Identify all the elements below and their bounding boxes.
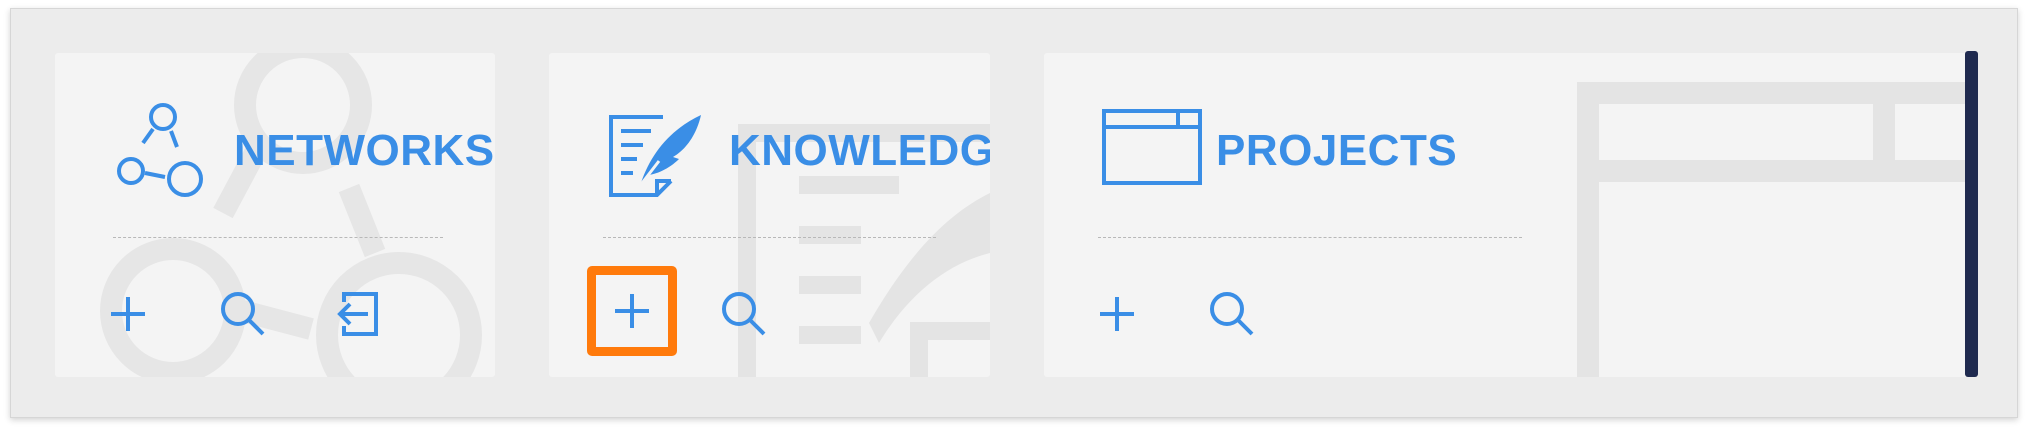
networks-add-button[interactable] (91, 277, 165, 351)
plus-icon (111, 297, 145, 331)
projects-search-button[interactable] (1195, 277, 1269, 351)
networks-title: NETWORKS (234, 126, 495, 175)
plus-icon (615, 294, 649, 328)
search-icon (221, 292, 265, 336)
plus-icon (1100, 297, 1134, 331)
network-nodes-icon (117, 103, 203, 197)
window-icon (1102, 109, 1202, 185)
knowledge-title: KNOWLEDGE (729, 126, 990, 175)
knowledge-add-button[interactable] (587, 266, 677, 356)
projects-watermark-icon (1577, 82, 1973, 377)
search-icon (722, 292, 766, 336)
networks-divider (113, 237, 443, 238)
dashboard-panel: NETWORKS KNOWLEDG PROJECTS (10, 8, 2018, 418)
document-quill-icon (609, 115, 701, 197)
projects-card: PROJECTS (1044, 53, 1973, 377)
import-icon (337, 292, 378, 336)
search-icon (1210, 292, 1254, 336)
networks-card: NETWORKS (55, 53, 495, 377)
knowledge-search-button[interactable] (707, 277, 781, 351)
projects-title: PROJECTS (1216, 126, 1458, 175)
knowledge-divider (603, 237, 936, 238)
scrollbar-thumb[interactable] (1965, 51, 1978, 377)
networks-import-button[interactable] (319, 277, 393, 351)
knowledge-card: KNOWLEDGE (549, 53, 990, 377)
networks-search-button[interactable] (206, 277, 280, 351)
projects-divider (1098, 237, 1522, 238)
projects-add-button[interactable] (1080, 277, 1154, 351)
